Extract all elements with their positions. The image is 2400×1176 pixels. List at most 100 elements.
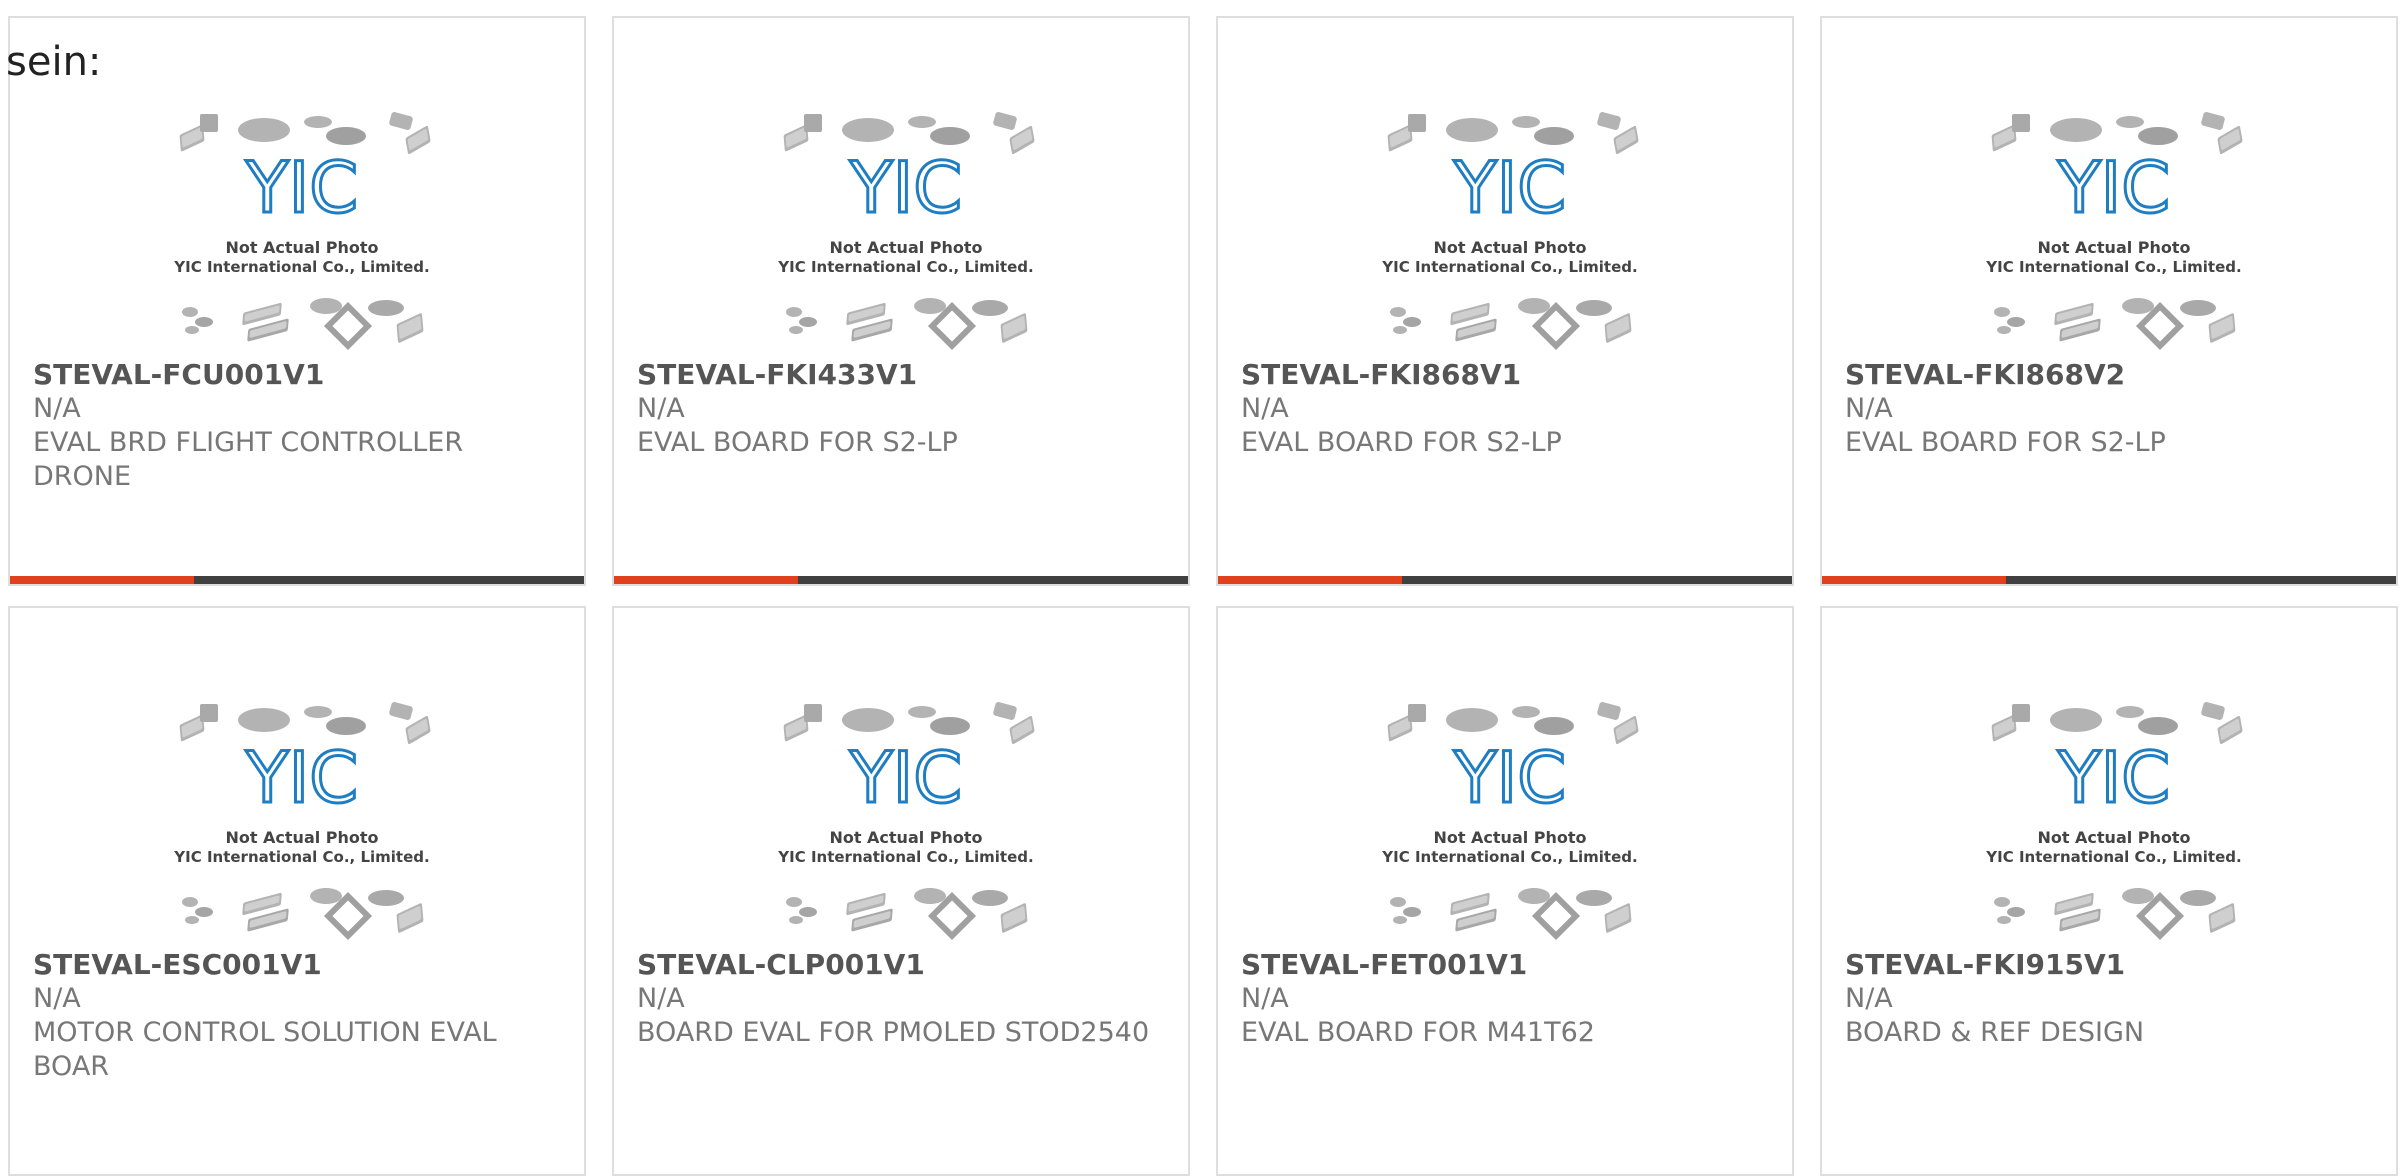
chip-icon: [1408, 114, 1426, 132]
yic-logo: YIC: [1453, 737, 1566, 819]
chip-icon: [310, 888, 342, 904]
yic-logo: YIC: [1453, 147, 1566, 229]
product-card[interactable]: YIC Not Actual Photo YIC International Co.…: [1820, 16, 2398, 586]
chip-icon: [304, 706, 332, 718]
product-description: EVAL BRD FLIGHT CONTROLLER DRONE: [33, 427, 464, 492]
caption-not-actual-photo: Not Actual Photo: [225, 238, 378, 257]
product-grid: YIC Not Actual Photo YIC International Co.…: [8, 16, 2398, 1176]
product-manufacturer: N/A: [1241, 393, 1289, 424]
card-accent-bar: [614, 576, 1188, 584]
chip-icon: [2138, 717, 2178, 735]
product-placeholder-image: YIC Not Actual PhotoYIC International Co.…: [1381, 702, 1639, 941]
chip-icon: [930, 127, 970, 145]
chip-icon: [185, 326, 199, 334]
chip-icon: [1518, 298, 1550, 314]
chip-icon: [326, 717, 366, 735]
product-description: BOARD EVAL FOR PMOLED STOD2540: [637, 1017, 1150, 1048]
product-card[interactable]: YIC Not Actual Photo YIC International Co.…: [612, 606, 1190, 1176]
product-info: STEVAL-FET001V1 N/A EVAL BOARD FOR M41T6…: [1241, 948, 1772, 1050]
chip-icon: [908, 706, 936, 718]
chip-icon: [368, 300, 404, 316]
yic-logo: YIC: [245, 147, 358, 229]
caption-not-actual-photo: Not Actual Photo: [2037, 828, 2190, 847]
chip-icon: [1446, 118, 1498, 142]
product-part-number[interactable]: STEVAL-ESC001V1: [33, 948, 564, 982]
chip-icon: [799, 317, 817, 327]
product-part-number[interactable]: STEVAL-FET001V1: [1241, 948, 1772, 982]
product-part-number[interactable]: STEVAL-FKI915V1: [1845, 948, 2376, 982]
product-part-number[interactable]: STEVAL-FCU001V1: [33, 358, 564, 392]
chip-icon: [2180, 300, 2216, 316]
chip-icon: [182, 307, 198, 317]
chip-icon: [195, 907, 213, 917]
product-card[interactable]: YIC Not Actual Photo YIC International Co.…: [1216, 606, 1794, 1176]
product-placeholder-image: YIC Not Actual PhotoYIC International Co.…: [777, 112, 1035, 351]
product-description: BOARD & REF DESIGN: [1845, 1017, 2145, 1048]
product-info: STEVAL-CLP001V1 N/A BOARD EVAL FOR PMOLE…: [637, 948, 1168, 1050]
product-info: STEVAL-FKI433V1 N/A EVAL BOARD FOR S2-LP: [637, 358, 1168, 460]
product-placeholder-image: YIC Not Actual PhotoYIC International Co.…: [173, 112, 431, 351]
product-card[interactable]: YIC Not Actual Photo YIC International Co.…: [612, 16, 1190, 586]
chip-icon: [1393, 326, 1407, 334]
caption-not-actual-photo: Not Actual Photo: [829, 828, 982, 847]
chip-icon: [2012, 114, 2030, 132]
product-placeholder-image: YIC Not Actual PhotoYIC International Co.…: [173, 702, 431, 941]
chip-icon: [914, 298, 946, 314]
product-info: STEVAL-FKI868V1 N/A EVAL BOARD FOR S2-LP: [1241, 358, 1772, 460]
caption-not-actual-photo: Not Actual Photo: [1433, 828, 1586, 847]
product-part-number[interactable]: STEVAL-FKI433V1: [637, 358, 1168, 392]
chip-icon: [908, 116, 936, 128]
chip-icon: [1994, 307, 2010, 317]
card-accent-bar: [1218, 576, 1792, 584]
chip-icon: [2116, 706, 2144, 718]
caption-company: YIC International Co., Limited.: [173, 848, 429, 866]
product-part-number[interactable]: STEVAL-CLP001V1: [637, 948, 1168, 982]
chip-icon: [972, 890, 1008, 906]
product-description: EVAL BOARD FOR S2-LP: [1845, 427, 2166, 458]
caption-not-actual-photo: Not Actual Photo: [829, 238, 982, 257]
caption-company: YIC International Co., Limited.: [1381, 258, 1637, 276]
caption-not-actual-photo: Not Actual Photo: [1433, 238, 1586, 257]
chip-icon: [789, 326, 803, 334]
chip-icon: [2208, 313, 2236, 343]
caption-company: YIC International Co., Limited.: [777, 848, 1033, 866]
yic-logo: YIC: [245, 737, 358, 819]
chip-icon: [200, 704, 218, 722]
chip-icon: [2208, 903, 2236, 933]
product-info: STEVAL-FCU001V1 N/A EVAL BRD FLIGHT CONT…: [33, 358, 564, 494]
product-placeholder-image: YIC Not Actual PhotoYIC International Co.…: [1985, 112, 2243, 351]
product-card[interactable]: YIC Not Actual Photo YIC International Co.…: [8, 16, 586, 586]
chip-icon: [1393, 916, 1407, 924]
product-manufacturer: N/A: [637, 393, 685, 424]
chip-icon: [799, 907, 817, 917]
chip-icon: [842, 708, 894, 732]
product-card[interactable]: YIC Not Actual Photo YIC International Co.…: [1216, 16, 1794, 586]
product-info: STEVAL-ESC001V1 N/A MOTOR CONTROL SOLUTI…: [33, 948, 564, 1084]
product-placeholder-image: YIC Not Actual PhotoYIC International Co.…: [1985, 702, 2243, 941]
yic-logo: YIC: [849, 737, 962, 819]
chip-icon: [1534, 127, 1574, 145]
chip-icon: [1576, 890, 1612, 906]
product-part-number[interactable]: STEVAL-FKI868V1: [1241, 358, 1772, 392]
product-part-number[interactable]: STEVAL-FKI868V2: [1845, 358, 2376, 392]
product-info: STEVAL-FKI868V2 N/A EVAL BOARD FOR S2-LP: [1845, 358, 2376, 460]
product-card[interactable]: YIC Not Actual Photo YIC International Co.…: [1820, 606, 2398, 1176]
caption-company: YIC International Co., Limited.: [1985, 848, 2241, 866]
product-manufacturer: N/A: [33, 983, 81, 1014]
chip-icon: [1000, 903, 1028, 933]
chip-icon: [2007, 317, 2025, 327]
caption-not-actual-photo: Not Actual Photo: [2037, 238, 2190, 257]
chip-icon: [238, 708, 290, 732]
product-manufacturer: N/A: [1241, 983, 1289, 1014]
chip-icon: [914, 888, 946, 904]
product-card[interactable]: YIC Not Actual Photo YIC International Co.…: [8, 606, 586, 1176]
chip-icon: [1576, 300, 1612, 316]
caption-company: YIC International Co., Limited.: [1985, 258, 2241, 276]
product-info: STEVAL-FKI915V1 N/A BOARD & REF DESIGN: [1845, 948, 2376, 1050]
chip-icon: [993, 112, 1017, 130]
chip-icon: [1390, 897, 1406, 907]
chip-icon: [2180, 890, 2216, 906]
chip-icon: [993, 702, 1017, 720]
chip-icon: [182, 897, 198, 907]
chip-icon: [1390, 307, 1406, 317]
